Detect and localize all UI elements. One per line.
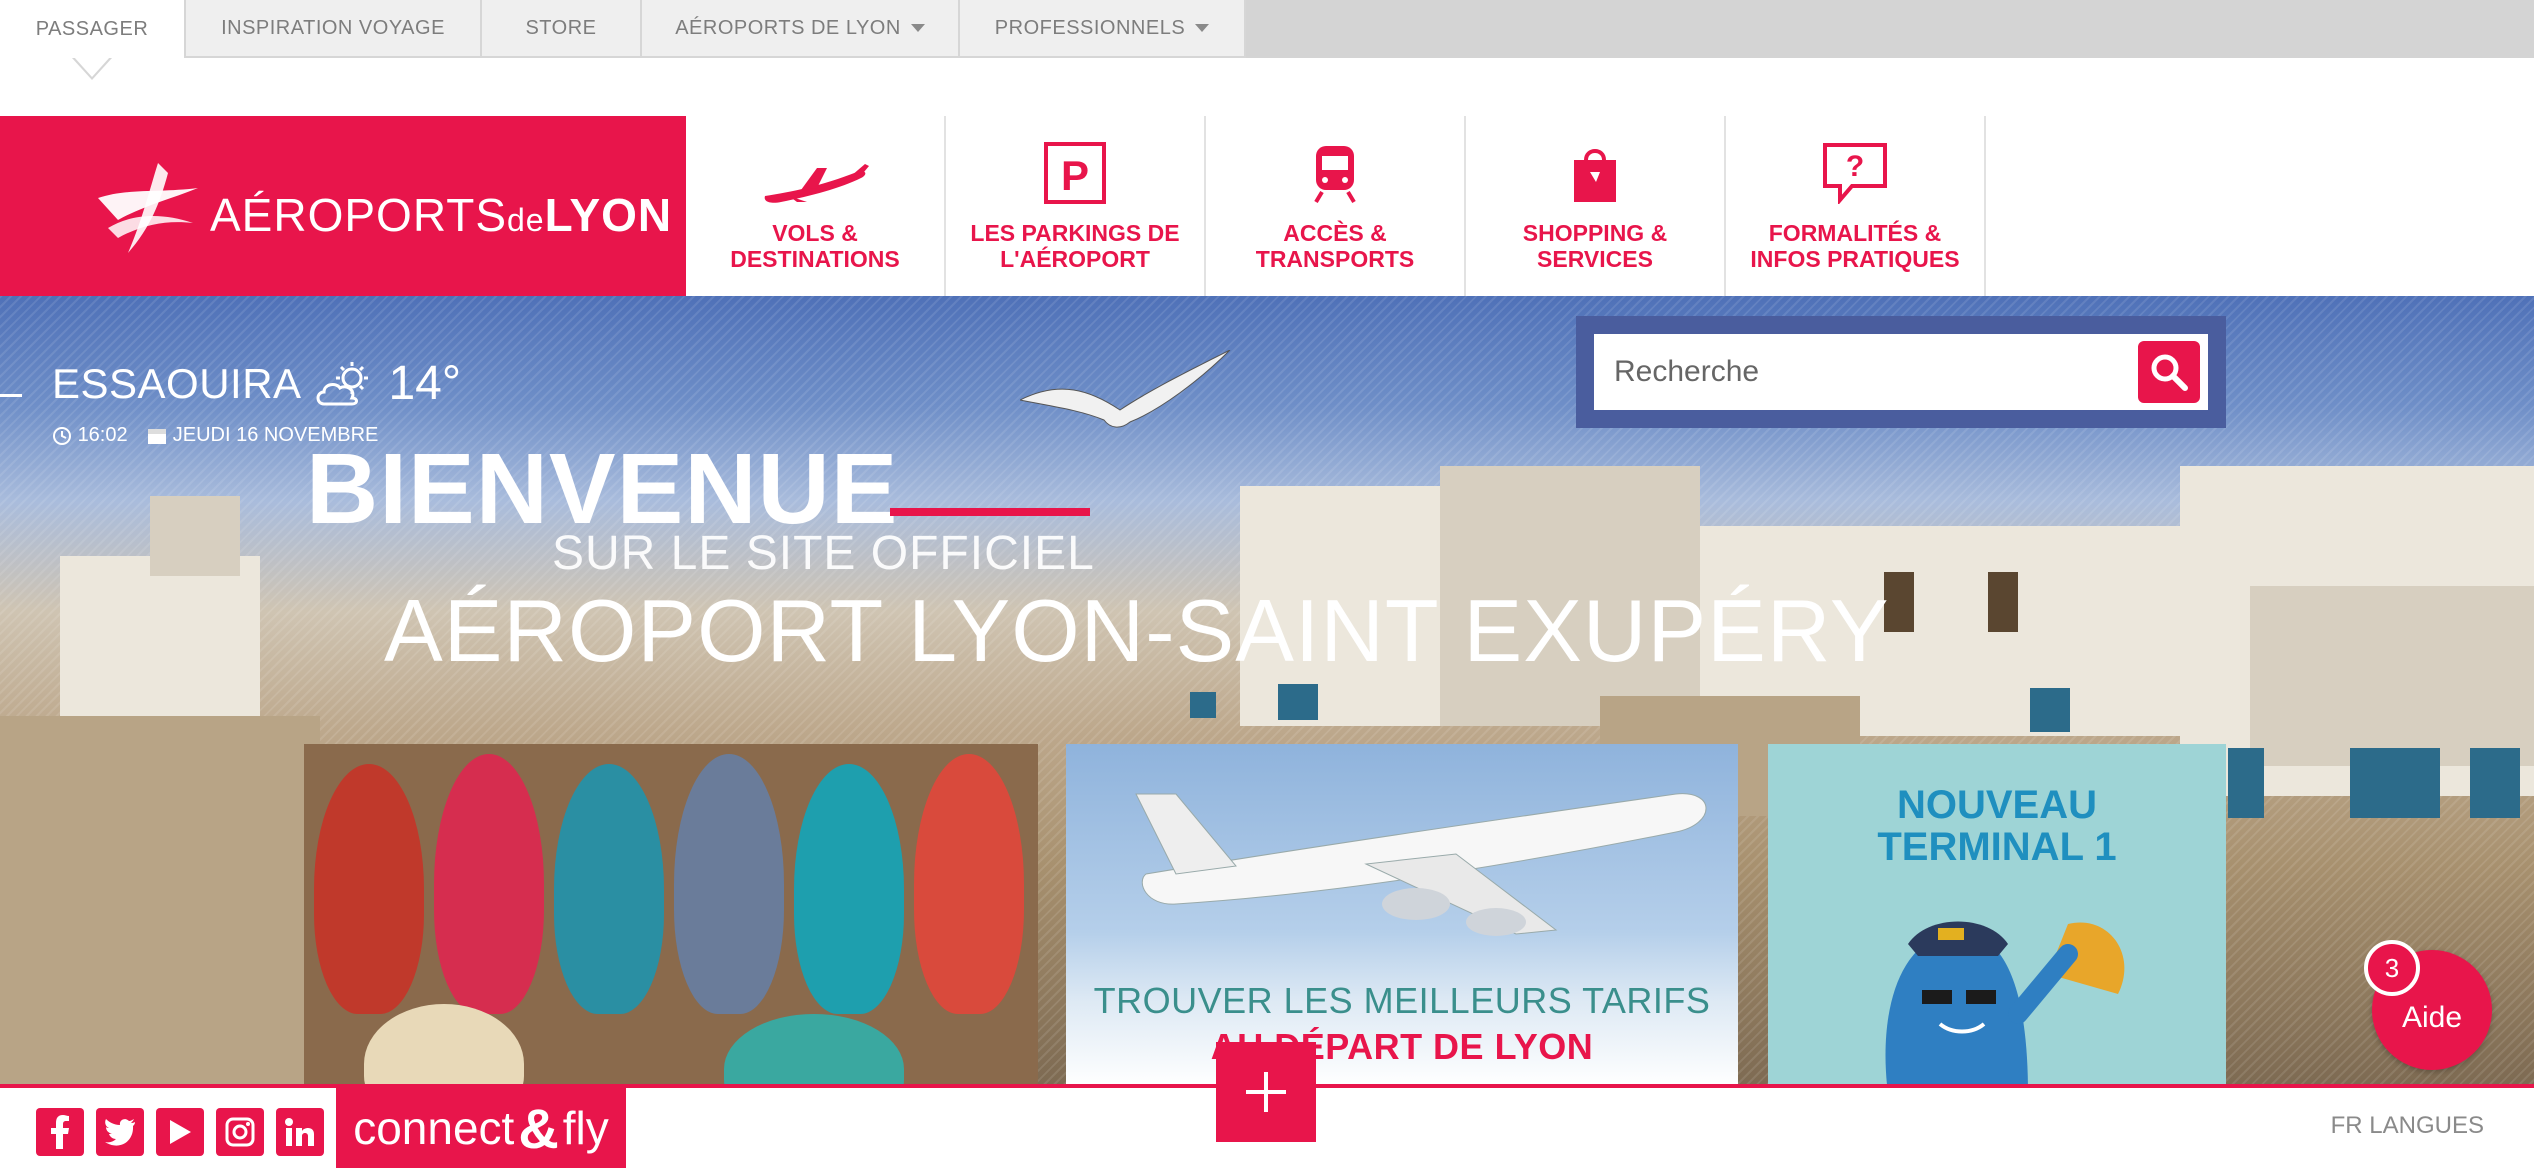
search-panel <box>1576 316 2226 428</box>
tab-store[interactable]: STORE <box>482 0 642 58</box>
connect-and-fly-link[interactable]: connect & fly <box>336 1088 626 1168</box>
nav-parkings[interactable]: P LES PARKINGS DE L'AÉROPORT <box>946 116 1206 296</box>
promo-card-flights[interactable]: TROUVER LES MEILLEURS TARIFS AU DÉPART D… <box>1066 744 1738 1086</box>
shopping-bag-icon <box>1574 149 1616 202</box>
search-input[interactable] <box>1594 334 2138 410</box>
search-icon <box>2151 354 2188 391</box>
nav-formalites[interactable]: ? FORMALITÉS & INFOS PRATIQUES <box>1726 116 1986 296</box>
svg-text:?: ? <box>1846 150 1864 183</box>
tab-label: AÉROPORTS DE LYON <box>675 16 901 39</box>
parking-icon: P <box>1044 142 1106 204</box>
help-count: 3 <box>2384 952 2400 983</box>
tab-label: INSPIRATION VOYAGE <box>221 16 445 39</box>
tab-inspiration-voyage[interactable]: INSPIRATION VOYAGE <box>186 0 482 58</box>
hero-subtitle: SUR LE SITE OFFICIEL <box>552 527 1095 580</box>
logo-text-aeroports: AÉROPORTS <box>210 189 507 241</box>
hero-window <box>2470 748 2520 818</box>
seagull-image <box>1020 350 1231 428</box>
train-icon <box>1314 146 1356 204</box>
nav-label: SHOPPING & SERVICES <box>1522 220 1668 272</box>
nav-shopping-services[interactable]: SHOPPING & SERVICES <box>1466 116 1726 296</box>
nav-vols-destinations[interactable]: VOLS & DESTINATIONS <box>686 116 946 296</box>
twitter-icon[interactable] <box>96 1108 144 1156</box>
hero-window <box>1988 572 2018 632</box>
hero-title-underline <box>890 508 1090 516</box>
page: PASSAGER INSPIRATION VOYAGE STORE AÉROPO… <box>0 0 2534 1168</box>
slipper-image <box>434 754 544 1014</box>
slipper-image <box>364 1004 524 1086</box>
slipper-image <box>794 764 904 1014</box>
slipper-image <box>314 764 424 1014</box>
logo-text: AÉROPORTSdeLYON <box>210 188 672 242</box>
instagram-icon[interactable] <box>216 1108 264 1156</box>
help-label: Aide <box>2401 1001 2463 1034</box>
slipper-image <box>674 754 784 1014</box>
hero-building <box>2250 586 2534 766</box>
chevron-down-icon <box>1195 24 1210 32</box>
connect-amp: & <box>518 1096 559 1160</box>
clock-icon <box>53 426 71 445</box>
svg-text:P: P <box>1061 152 1089 199</box>
tab-aeroports-de-lyon[interactable]: AÉROPORTS DE LYON <box>642 0 960 58</box>
hero-window <box>2228 748 2264 818</box>
hero-window <box>2030 688 2070 732</box>
airplane-image <box>1135 793 1707 936</box>
promo-card-slippers[interactable] <box>304 744 1038 1086</box>
logo-text-lyon: LYON <box>544 189 673 241</box>
question-bubble-icon: ? <box>1823 143 1887 204</box>
promo-card-terminal[interactable]: NOUVEAU TERMINAL 1 <box>1768 744 2226 1086</box>
tab-label: PROFESSIONNELS <box>994 16 1186 39</box>
weather-widget: ESSAOUIRA 14° <box>52 356 461 411</box>
plus-icon <box>1246 1072 1286 1112</box>
calendar-icon <box>148 428 167 444</box>
partly-cloudy-icon <box>316 361 369 405</box>
top-nav: PASSAGER INSPIRATION VOYAGE STORE AÉROPO… <box>0 0 1246 80</box>
nav-label: FORMALITÉS & INFOS PRATIQUES <box>1750 220 1960 272</box>
tab-passager[interactable]: PASSAGER <box>0 0 186 80</box>
fly-text: fly <box>562 1102 609 1154</box>
weather-temperature: 14° <box>388 357 462 410</box>
connect-text: connect <box>353 1102 515 1154</box>
hero-building <box>150 496 240 576</box>
logo-link[interactable]: AÉROPORTSdeLYON <box>0 116 686 296</box>
slipper-image <box>554 764 664 1014</box>
hero-window <box>2350 748 2440 818</box>
chevron-down-icon <box>910 24 925 32</box>
youtube-icon[interactable] <box>156 1108 204 1156</box>
nav-label: LES PARKINGS DE L'AÉROPORT <box>970 220 1180 272</box>
nav-label: VOLS & DESTINATIONS <box>730 220 900 272</box>
linkedin-icon[interactable] <box>276 1108 324 1156</box>
facebook-icon[interactable] <box>36 1108 84 1156</box>
tab-professionnels[interactable]: PROFESSIONNELS <box>960 0 1246 58</box>
nav-acces-transports[interactable]: ACCÈS & TRANSPORTS <box>1206 116 1466 296</box>
search-box <box>1594 334 2208 410</box>
hero-window <box>1278 684 1318 720</box>
card-text-depart: AU DÉPART DE LYON <box>1210 1026 1594 1067</box>
weather-time: 16:02 <box>77 424 128 446</box>
hero-dash <box>0 394 22 397</box>
search-button[interactable] <box>2138 341 2200 403</box>
main-nav: VOLS & DESTINATIONS P LES PARKINGS DE L'… <box>686 116 1986 296</box>
tab-label: PASSAGER <box>35 17 149 40</box>
nav-label: ACCÈS & TRANSPORTS <box>1255 220 1415 272</box>
weather-city: ESSAOUIRA <box>52 359 302 407</box>
tab-label: STORE <box>525 16 597 39</box>
logo-swirl-icon <box>98 163 198 253</box>
airplane-icon <box>764 164 869 203</box>
hero-airport-name: AÉROPORT LYON-SAINT EXUPÉRY <box>384 581 1890 680</box>
slipper-image <box>724 1014 904 1086</box>
language-selector[interactable]: FR LANGUES <box>2331 1112 2484 1140</box>
mascot-image <box>1885 921 2125 1086</box>
expand-button[interactable] <box>1216 1042 1316 1142</box>
hero-window <box>1190 692 1216 718</box>
card-text-tarifs: TROUVER LES MEILLEURS TARIFS <box>1093 980 1711 1021</box>
help-count-badge: 3 <box>2364 940 2420 996</box>
logo-text-de: de <box>507 202 545 238</box>
hero-wall <box>0 716 320 1086</box>
slipper-image <box>914 754 1024 1014</box>
card-text-terminal: NOUVEAU TERMINAL 1 <box>1877 783 2117 869</box>
